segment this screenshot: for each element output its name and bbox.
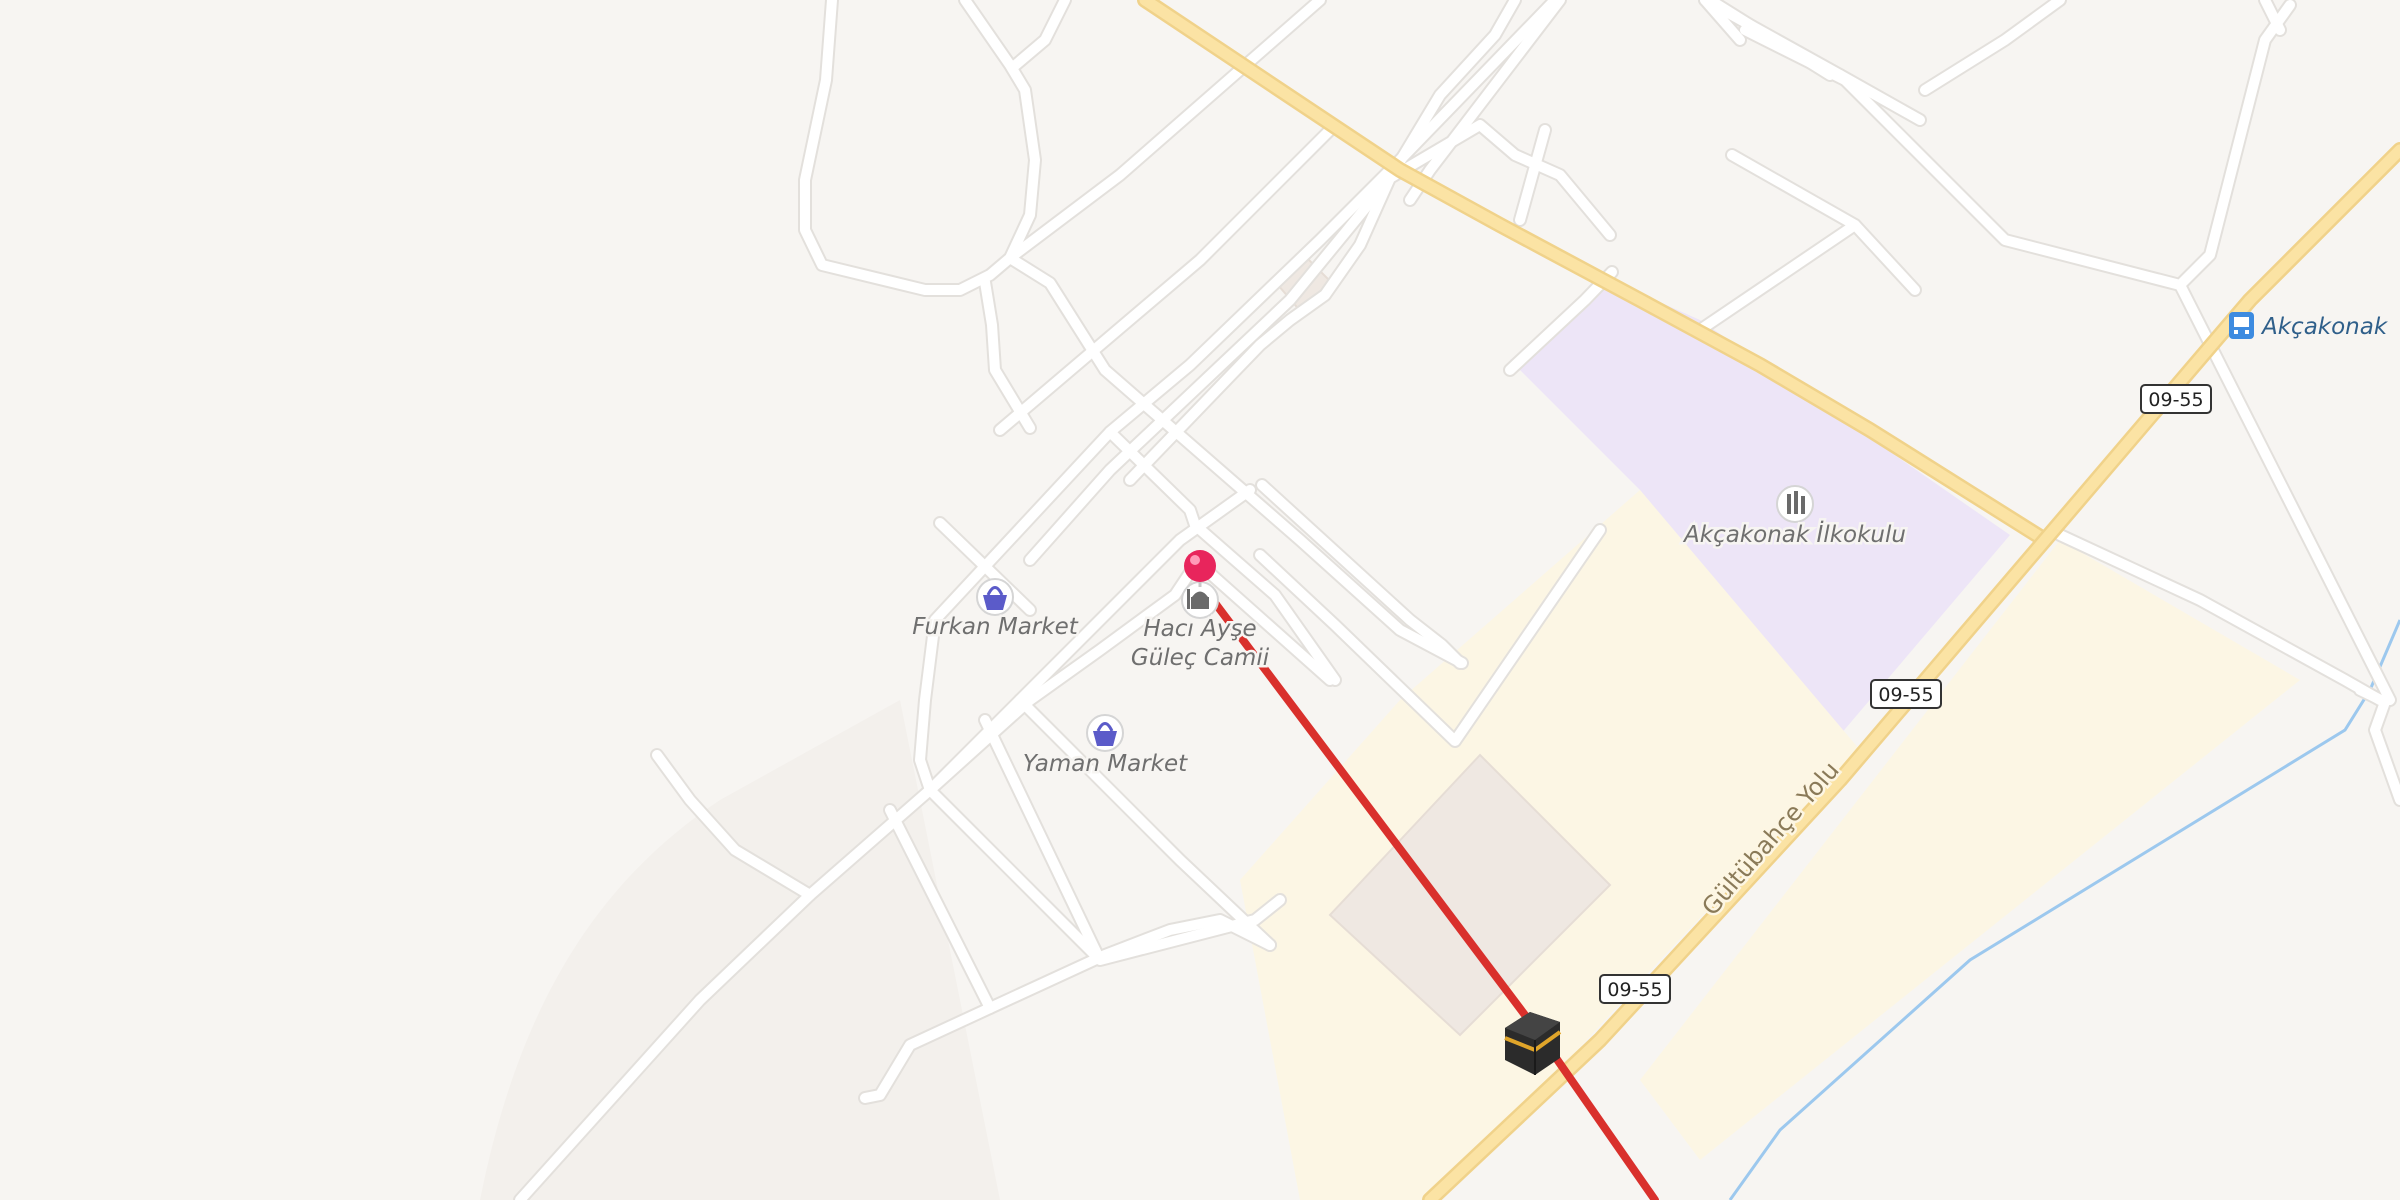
- route-shield: 09-55: [1599, 974, 1671, 1004]
- poi-label-line1: Hacı Ayşe: [1143, 616, 1256, 642]
- map-view[interactable]: Gültübahçe Yolu 09-55 09-55 09-55 Furkan…: [0, 0, 2400, 1200]
- poi-label: Akçakonak İlkokulu: [1682, 520, 1906, 548]
- svg-text:09-55: 09-55: [2148, 389, 2203, 411]
- route-shield: 09-55: [1870, 679, 1942, 709]
- transit-stop[interactable]: Akçakonak: [2229, 312, 2391, 343]
- poi-label-line2: Güleç Camii: [1131, 645, 1270, 671]
- svg-text:09-55: 09-55: [1878, 684, 1933, 706]
- poi-label: Furkan Market: [912, 614, 1078, 640]
- poi-label: Yaman Market: [1023, 751, 1188, 777]
- transit-label: Akçakonak: [2260, 314, 2389, 340]
- svg-text:09-55: 09-55: [1607, 979, 1662, 1001]
- route-shield: 09-55: [2140, 384, 2212, 414]
- map-canvas[interactable]: Gültübahçe Yolu 09-55 09-55 09-55 Furkan…: [0, 0, 2400, 1200]
